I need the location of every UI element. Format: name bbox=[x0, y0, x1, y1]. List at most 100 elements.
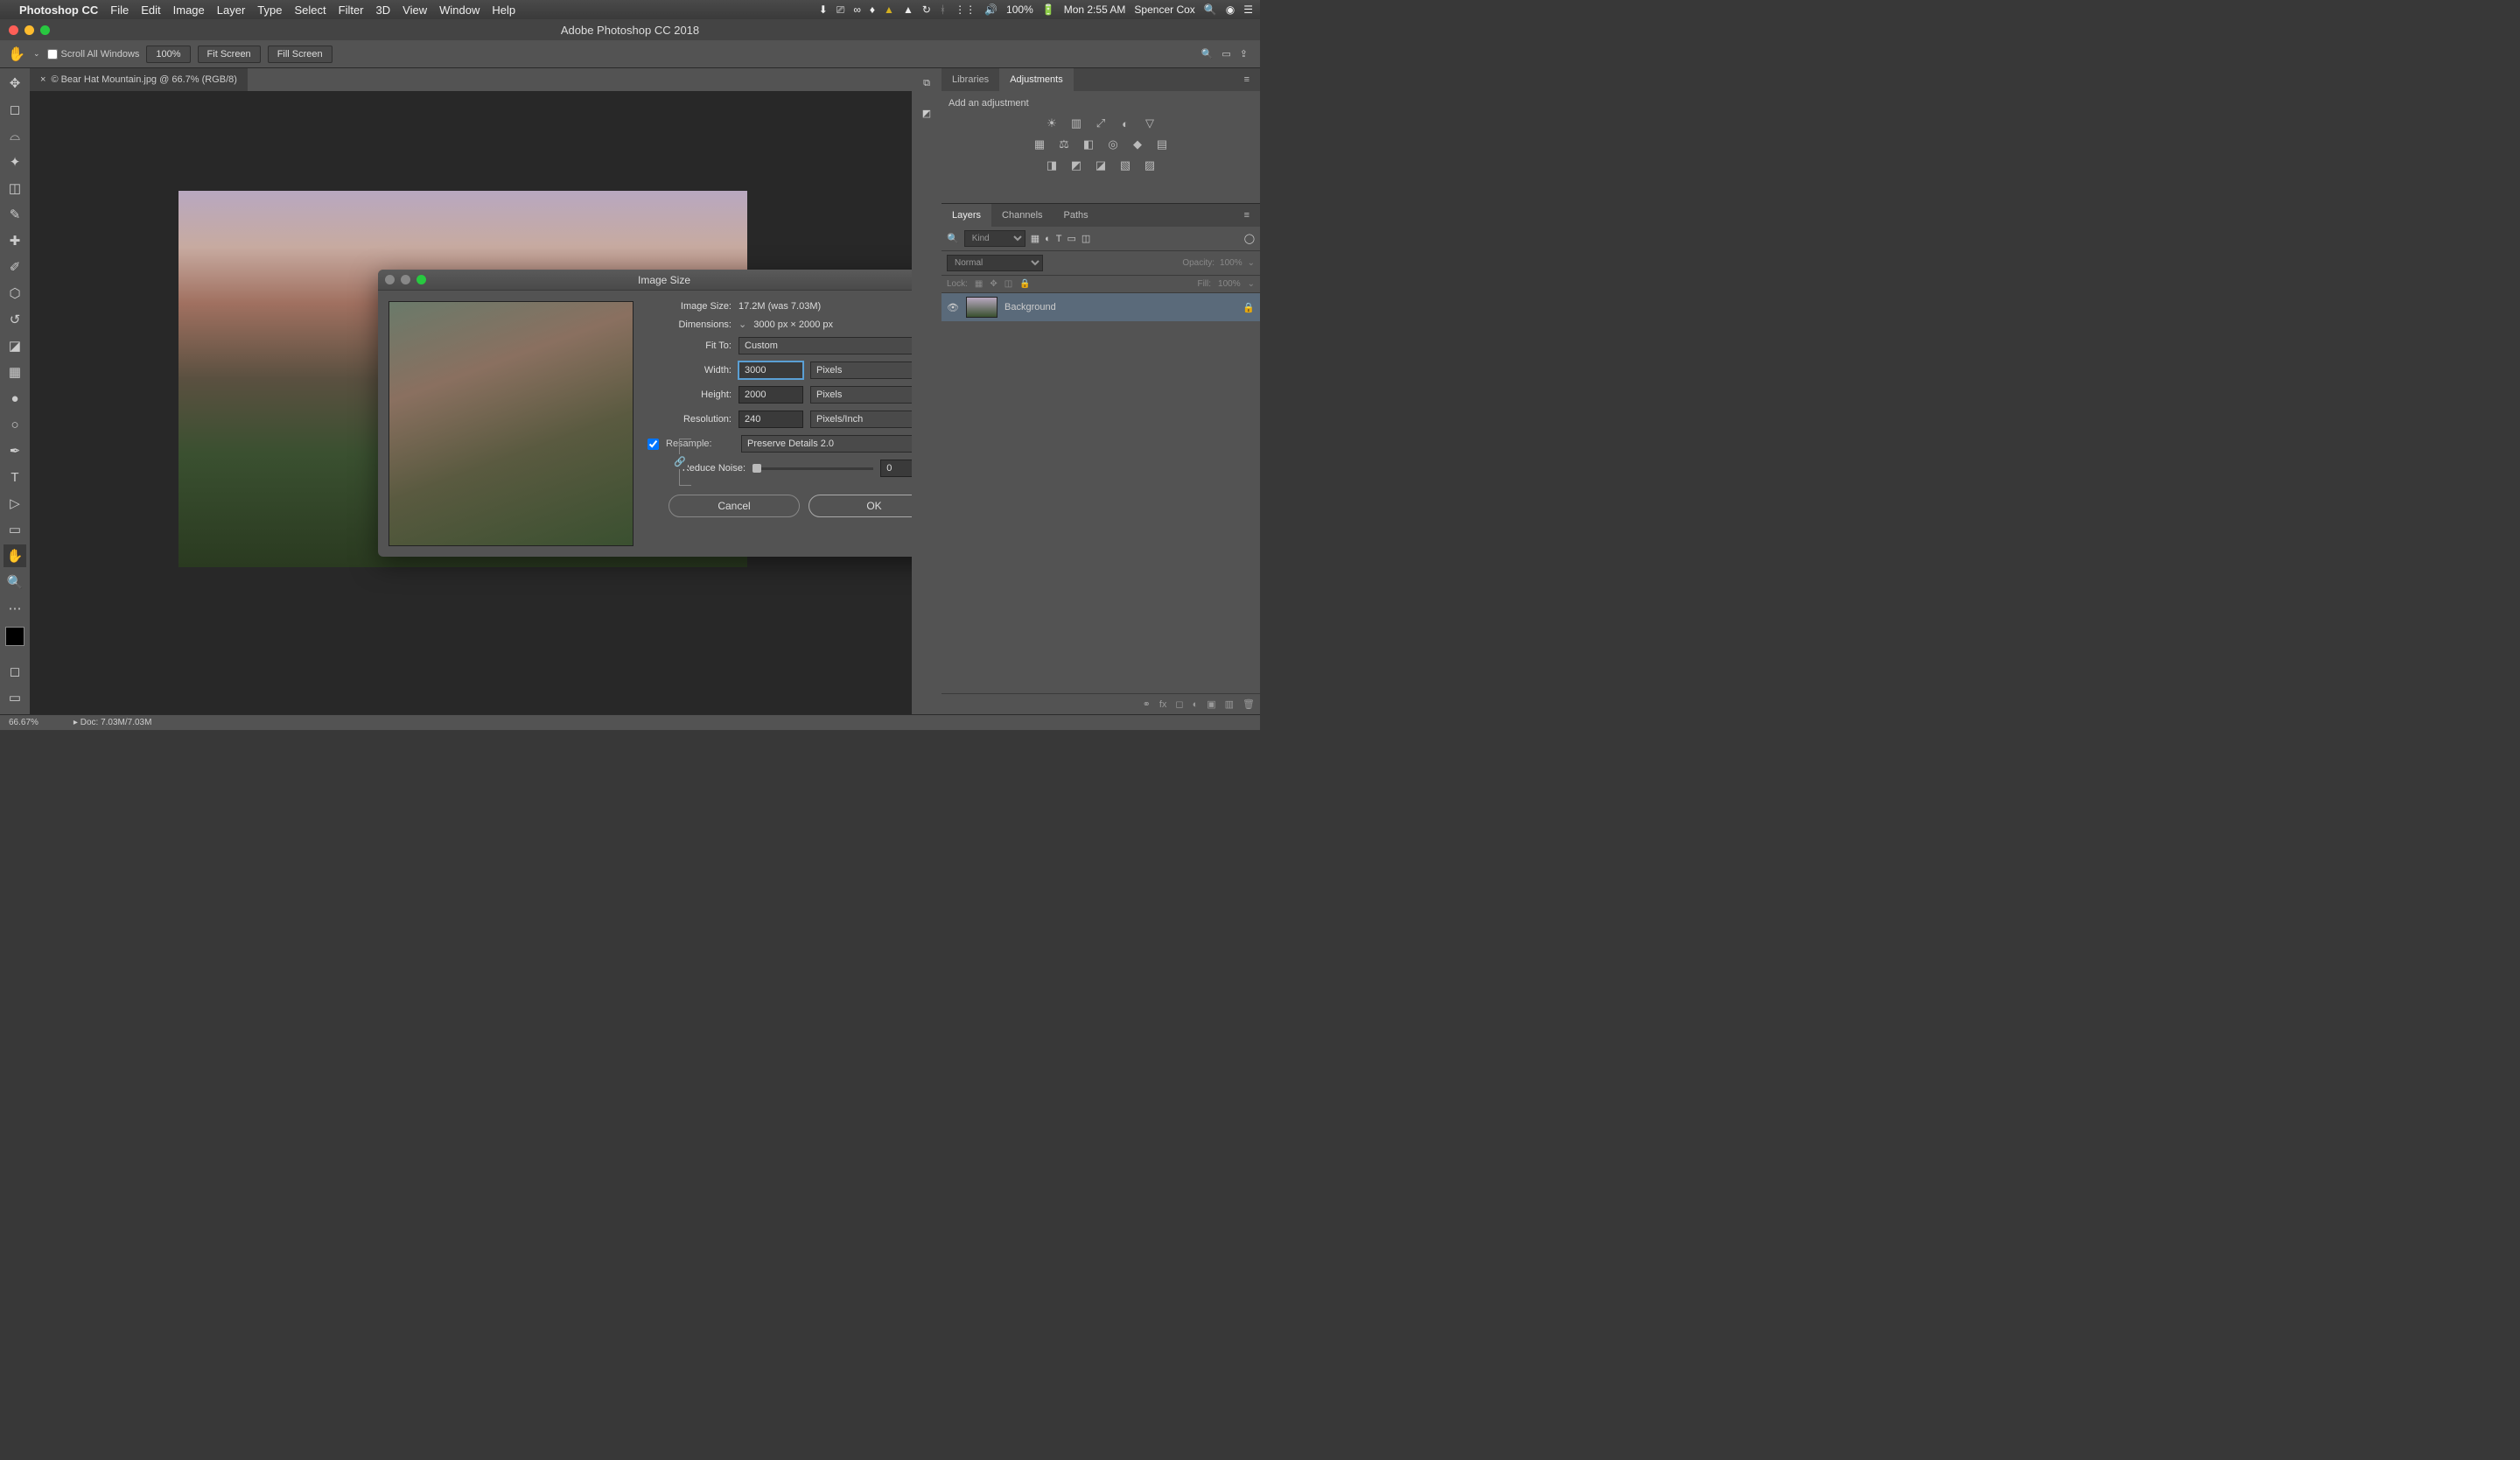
layer-fx-icon[interactable]: fx bbox=[1159, 699, 1167, 710]
reduce-noise-input[interactable] bbox=[880, 460, 912, 477]
lock-all-icon[interactable]: 🔒 bbox=[1019, 279, 1030, 289]
link-layers-icon[interactable]: ⚭ bbox=[1143, 698, 1151, 710]
height-input[interactable] bbox=[738, 386, 803, 404]
type-tool-icon[interactable]: T bbox=[4, 466, 26, 488]
menu-image[interactable]: Image bbox=[173, 4, 205, 17]
ok-button[interactable]: OK bbox=[808, 495, 912, 517]
panel-menu-icon[interactable]: ≡ bbox=[1234, 68, 1260, 91]
menu-filter[interactable]: Filter bbox=[339, 4, 364, 17]
filter-toggle-icon[interactable]: ◯ bbox=[1244, 233, 1255, 244]
warning-tri-icon[interactable]: ▲ bbox=[884, 4, 894, 16]
quick-select-tool-icon[interactable]: ✦ bbox=[4, 151, 26, 173]
filter-adj-icon[interactable]: ◐ bbox=[1045, 234, 1051, 244]
workspace-layout-icon[interactable]: ▭ bbox=[1222, 48, 1230, 60]
menu-select[interactable]: Select bbox=[294, 4, 326, 17]
width-unit-select[interactable]: Pixels bbox=[810, 361, 912, 379]
tool-preset-chevron-icon[interactable]: ⌄ bbox=[33, 49, 40, 59]
filter-search-icon[interactable]: 🔍 bbox=[947, 233, 959, 244]
battery-icon[interactable]: 🔋 bbox=[1042, 4, 1055, 16]
gradient-tool-icon[interactable]: ▦ bbox=[4, 361, 26, 383]
hand-tool-icon[interactable]: ✋ bbox=[7, 45, 26, 64]
share-icon[interactable]: ⇪ bbox=[1240, 48, 1248, 60]
vibrance-adj-icon[interactable]: ▽ bbox=[1142, 116, 1158, 131]
menu-file[interactable]: File bbox=[110, 4, 129, 17]
siri-icon[interactable]: ◉ bbox=[1226, 4, 1235, 16]
bw-adj-icon[interactable]: ◧ bbox=[1081, 137, 1096, 152]
dialog-preview-image[interactable] bbox=[388, 301, 634, 546]
volume-icon[interactable]: 🔊 bbox=[984, 4, 998, 16]
layer-mask-icon[interactable]: ◻ bbox=[1175, 698, 1183, 710]
menu-edit[interactable]: Edit bbox=[141, 4, 160, 17]
channel-mixer-adj-icon[interactable]: ◆ bbox=[1130, 137, 1145, 152]
move-tool-icon[interactable]: ✥ bbox=[4, 72, 26, 95]
properties-panel-icon[interactable]: ◩ bbox=[915, 102, 938, 124]
group-layers-icon[interactable]: ▣ bbox=[1207, 698, 1215, 710]
eyedropper-tool-icon[interactable]: ✎ bbox=[4, 203, 26, 226]
zoom-100-button[interactable]: 100% bbox=[146, 46, 190, 63]
curves-adj-icon[interactable]: ⤢ bbox=[1093, 116, 1109, 131]
dialog-close-button[interactable] bbox=[385, 275, 395, 284]
dodge-tool-icon[interactable]: ○ bbox=[4, 413, 26, 436]
tab-layers[interactable]: Layers bbox=[942, 204, 991, 227]
flame-icon[interactable]: ♦ bbox=[870, 4, 875, 16]
layer-row[interactable]: 👁 Background 🔒 bbox=[942, 293, 1260, 321]
menu-help[interactable]: Help bbox=[492, 4, 515, 17]
photo-filter-adj-icon[interactable]: ◎ bbox=[1105, 137, 1121, 152]
status-doc-size[interactable]: ▸ Doc: 7.03M/7.03M bbox=[74, 718, 152, 727]
fill-screen-button[interactable]: Fill Screen bbox=[268, 46, 332, 63]
marquee-tool-icon[interactable]: ◻ bbox=[4, 98, 26, 121]
zoom-tool-icon[interactable]: 🔍 bbox=[4, 571, 26, 593]
cancel-button[interactable]: Cancel bbox=[668, 495, 800, 517]
hue-adj-icon[interactable]: ▦ bbox=[1032, 137, 1047, 152]
width-input[interactable] bbox=[738, 361, 803, 379]
status-zoom[interactable]: 66.67% bbox=[9, 718, 38, 727]
lasso-tool-icon[interactable]: ⌓ bbox=[4, 124, 26, 147]
cc-icon[interactable]: ∞ bbox=[853, 4, 861, 16]
resample-select[interactable]: Preserve Details 2.0 bbox=[741, 435, 912, 453]
height-unit-select[interactable]: Pixels bbox=[810, 386, 912, 404]
menu-view[interactable]: View bbox=[402, 4, 427, 17]
menu-type[interactable]: Type bbox=[257, 4, 282, 17]
stamp-tool-icon[interactable]: ⬡ bbox=[4, 282, 26, 305]
dropbox-icon[interactable]: ⬇ bbox=[819, 4, 828, 16]
opacity-value[interactable]: 100% bbox=[1220, 258, 1242, 268]
colorbalance-adj-icon[interactable]: ⚖ bbox=[1056, 137, 1072, 152]
filter-smart-icon[interactable]: ◫ bbox=[1082, 233, 1090, 244]
new-layer-icon[interactable]: ▥ bbox=[1225, 698, 1234, 710]
history-panel-icon[interactable]: ⧉ bbox=[915, 72, 938, 95]
reduce-noise-slider[interactable] bbox=[752, 467, 873, 470]
crop-tool-icon[interactable]: ◫ bbox=[4, 177, 26, 200]
screen-mode-icon[interactable]: ▭ bbox=[4, 686, 26, 709]
constrain-proportions-icon[interactable]: 🔗 bbox=[672, 454, 688, 469]
invert-adj-icon[interactable]: ◨ bbox=[1044, 158, 1060, 173]
lock-pixels-icon[interactable]: ▦ bbox=[975, 279, 983, 289]
threshold-adj-icon[interactable]: ◪ bbox=[1093, 158, 1109, 173]
resolution-unit-select[interactable]: Pixels/Inch bbox=[810, 411, 912, 428]
healing-tool-icon[interactable]: ✚ bbox=[4, 229, 26, 252]
brightness-adj-icon[interactable]: ☀ bbox=[1044, 116, 1060, 131]
filter-kind-select[interactable]: Kind bbox=[964, 230, 1026, 247]
eraser-tool-icon[interactable]: ◪ bbox=[4, 334, 26, 357]
clock[interactable]: Mon 2:55 AM bbox=[1064, 4, 1126, 16]
history-brush-tool-icon[interactable]: ↺ bbox=[4, 308, 26, 331]
path-select-tool-icon[interactable]: ▷ bbox=[4, 492, 26, 515]
exposure-adj-icon[interactable]: ◐ bbox=[1117, 116, 1133, 131]
tab-paths[interactable]: Paths bbox=[1054, 204, 1099, 227]
lock-artboard-icon[interactable]: ◫ bbox=[1004, 279, 1012, 289]
scroll-all-windows-checkbox[interactable]: Scroll All Windows bbox=[47, 49, 140, 60]
timemachine-icon[interactable]: ↻ bbox=[922, 4, 931, 16]
edit-toolbar-icon[interactable]: ⋯ bbox=[4, 597, 26, 620]
dialog-zoom-button[interactable] bbox=[416, 275, 426, 284]
posterize-adj-icon[interactable]: ◩ bbox=[1068, 158, 1084, 173]
canvas-area[interactable]: × © Bear Hat Mountain.jpg @ 66.7% (RGB/8… bbox=[30, 68, 912, 714]
menu-3d[interactable]: 3D bbox=[376, 4, 391, 17]
filter-type-icon[interactable]: T bbox=[1056, 234, 1062, 244]
layer-visibility-icon[interactable]: 👁 bbox=[947, 302, 959, 313]
layer-lock-icon[interactable]: 🔒 bbox=[1242, 302, 1255, 313]
tab-adjustments[interactable]: Adjustments bbox=[999, 68, 1074, 91]
gradient-map-adj-icon[interactable]: ▧ bbox=[1117, 158, 1133, 173]
spotlight-icon[interactable]: 🔍 bbox=[1204, 4, 1217, 16]
resolution-input[interactable] bbox=[738, 411, 803, 428]
wifi-icon[interactable]: ⋮⋮ bbox=[955, 4, 976, 16]
foreground-background-swatch[interactable] bbox=[5, 627, 24, 646]
